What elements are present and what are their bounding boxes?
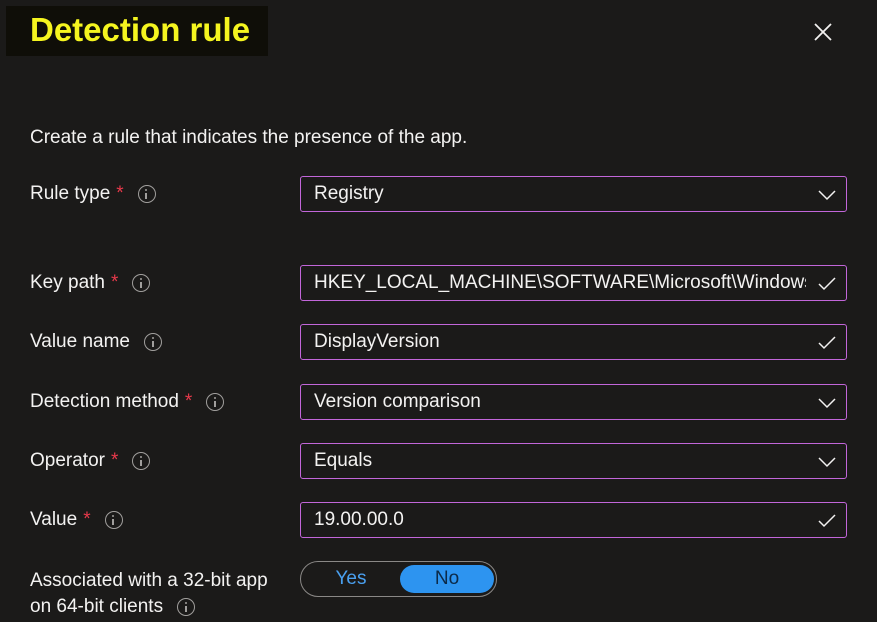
operator-label-text: Operator xyxy=(30,450,105,471)
operator-value: Equals xyxy=(314,450,373,471)
operator-label: Operator * xyxy=(30,449,151,473)
detection-method-row: Detection method * Version comparison xyxy=(0,384,877,420)
value-name-row: Value name DisplayVersion xyxy=(0,324,877,360)
close-button[interactable] xyxy=(810,19,836,45)
checkmark-icon xyxy=(818,512,836,530)
value-input[interactable]: 19.00.00.0 xyxy=(300,502,847,538)
required-asterisk: * xyxy=(110,450,119,471)
detection-method-label-text: Detection method xyxy=(30,391,179,412)
toggle-no-option[interactable]: No xyxy=(400,565,494,593)
info-icon[interactable] xyxy=(206,393,225,411)
checkmark-icon xyxy=(818,334,836,352)
rule-type-label-text: Rule type xyxy=(30,183,111,204)
value-name-label: Value name xyxy=(30,330,162,354)
operator-row: Operator * Equals xyxy=(0,443,877,479)
info-icon[interactable] xyxy=(132,274,151,292)
info-icon[interactable] xyxy=(144,333,162,351)
info-icon[interactable] xyxy=(137,185,156,203)
rule-type-dropdown[interactable]: Registry xyxy=(300,176,847,212)
key-path-label-text: Key path xyxy=(30,272,105,293)
rule-type-row: Rule type * Registry xyxy=(0,176,877,212)
key-path-row: Key path * HKEY_LOCAL_MACHINE\SOFTWARE\M… xyxy=(0,265,877,301)
required-asterisk: * xyxy=(83,509,91,530)
info-icon[interactable] xyxy=(177,598,196,616)
operator-dropdown[interactable]: Equals xyxy=(300,443,847,479)
toggle-label-line2: on 64-bit clients xyxy=(30,596,164,617)
value-name-input[interactable]: DisplayVersion xyxy=(300,324,847,360)
32bit-toggle-label: Associated with a 32-bit app on 64-bit c… xyxy=(30,568,268,620)
toggle-label-line2-wrap: on 64-bit clients xyxy=(30,594,268,620)
description-text: Create a rule that indicates the presenc… xyxy=(30,127,468,148)
detection-method-dropdown[interactable]: Version comparison xyxy=(300,384,847,420)
chevron-down-icon xyxy=(818,186,836,204)
detection-rule-panel: Detection rule Create a rule that indica… xyxy=(0,0,877,622)
checkmark-icon xyxy=(818,275,836,293)
key-path-label: Key path * xyxy=(30,271,151,295)
key-path-input[interactable]: HKEY_LOCAL_MACHINE\SOFTWARE\Microsoft\Wi… xyxy=(300,265,847,301)
toggle-label-line1: Associated with a 32-bit app xyxy=(30,570,268,591)
required-asterisk: * xyxy=(184,391,193,412)
info-icon[interactable] xyxy=(104,511,123,529)
info-icon[interactable] xyxy=(132,452,151,470)
rule-type-value: Registry xyxy=(314,183,384,204)
value-name-label-text: Value name xyxy=(30,331,130,352)
32bit-toggle[interactable]: Yes No xyxy=(300,561,497,597)
required-asterisk: * xyxy=(116,183,124,204)
value-row: Value * 19.00.00.0 xyxy=(0,502,877,538)
value-label: Value * xyxy=(30,508,123,532)
page-title: Detection rule xyxy=(30,11,251,48)
value-value: 19.00.00.0 xyxy=(314,509,404,530)
detection-method-label: Detection method * xyxy=(30,390,225,414)
key-path-value: HKEY_LOCAL_MACHINE\SOFTWARE\Microsoft\Wi… xyxy=(314,272,806,293)
close-icon xyxy=(814,23,832,41)
chevron-down-icon xyxy=(818,453,836,471)
value-name-value: DisplayVersion xyxy=(314,331,440,352)
chevron-down-icon xyxy=(818,394,836,412)
required-asterisk: * xyxy=(111,272,119,293)
value-label-text: Value xyxy=(30,509,78,530)
rule-type-label: Rule type * xyxy=(30,182,156,206)
detection-method-value: Version comparison xyxy=(314,391,481,412)
toggle-yes-option[interactable]: Yes xyxy=(304,565,398,593)
